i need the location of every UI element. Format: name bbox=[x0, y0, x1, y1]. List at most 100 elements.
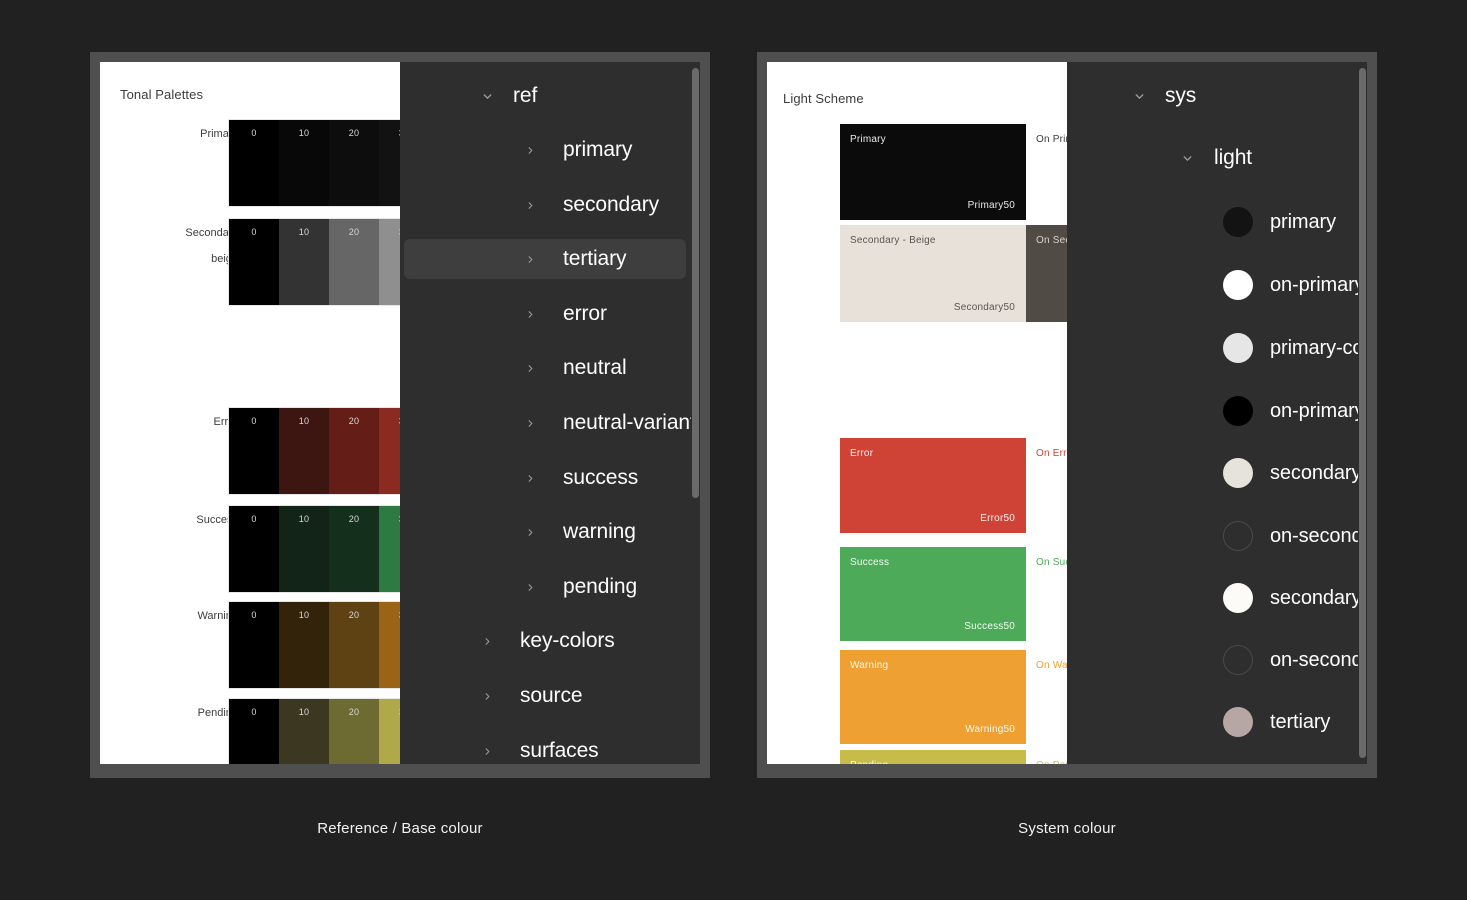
tree-node-key-colors[interactable]: key-colors bbox=[404, 621, 686, 661]
tree-node-error[interactable]: error bbox=[404, 294, 686, 334]
tree-node-label: sys bbox=[1165, 84, 1196, 108]
tree-node-pending[interactable]: pending bbox=[404, 567, 686, 607]
swatch[interactable]: 20 bbox=[329, 219, 379, 305]
tree-node-light[interactable]: light bbox=[1071, 138, 1353, 178]
scheme-swatch[interactable]: Secondary - Beige Secondary50 bbox=[840, 225, 1026, 322]
chevron-right-icon[interactable] bbox=[517, 526, 543, 539]
scheme-on-swatch[interactable]: On Pending bbox=[1026, 750, 1067, 764]
swatch[interactable]: 20 bbox=[329, 120, 379, 206]
tree-node-label: primary bbox=[563, 138, 632, 162]
token-row-tertiary[interactable]: tertiary bbox=[1071, 702, 1353, 742]
token-row-on-secondary[interactable]: on-secondary bbox=[1071, 516, 1353, 556]
token-row-primary-container[interactable]: primary-container bbox=[1071, 328, 1353, 368]
swatch[interactable]: 10 bbox=[279, 602, 329, 688]
swatch[interactable]: 10 bbox=[279, 120, 329, 206]
token-row-on-primary-container[interactable]: on-primary-container bbox=[1071, 391, 1353, 431]
tree-node-neutral[interactable]: neutral bbox=[404, 348, 686, 388]
swatch[interactable]: 30 bbox=[379, 219, 400, 305]
reference-panel-card: Tonal Palettes Primary 0 10 20 30 Second… bbox=[90, 52, 710, 778]
chevron-right-icon[interactable] bbox=[517, 472, 543, 485]
swatch[interactable]: 30 bbox=[379, 120, 400, 206]
swatch[interactable]: 30 bbox=[379, 699, 400, 764]
chevron-right-icon[interactable] bbox=[517, 144, 543, 157]
system-panel-inner: Light Scheme Primary Primary50 On Primar… bbox=[767, 62, 1367, 764]
scheme-on-swatch[interactable]: On Error bbox=[1026, 438, 1067, 533]
swatch[interactable]: 30 bbox=[379, 408, 400, 494]
scrollbar-thumb[interactable] bbox=[692, 68, 699, 498]
scheme-row-primary: Primary Primary50 On Primary bbox=[840, 124, 1067, 220]
color-swatch-dot bbox=[1223, 333, 1253, 363]
scheme-on-swatch[interactable]: On Warning bbox=[1026, 650, 1067, 744]
scheme-on-swatch[interactable]: On Secondary bbox=[1026, 225, 1067, 322]
tree-node-surfaces[interactable]: surfaces bbox=[404, 731, 686, 764]
swatch[interactable]: 0 bbox=[229, 506, 279, 592]
tree-node-neutral-variant[interactable]: neutral-variant bbox=[404, 403, 686, 443]
token-label: on-primary-container bbox=[1270, 400, 1367, 423]
scheme-swatch[interactable]: Pending Pending50 bbox=[840, 750, 1026, 764]
chevron-right-icon[interactable] bbox=[474, 745, 500, 758]
scheme-swatch[interactable]: Primary Primary50 bbox=[840, 124, 1026, 220]
palette-label-secondary: Secondary beige bbox=[152, 224, 238, 269]
tree-node-sys[interactable]: sys bbox=[1071, 76, 1353, 116]
chevron-right-icon[interactable] bbox=[517, 417, 543, 430]
scheme-on-role-name: On Pending bbox=[1036, 760, 1067, 764]
scrollbar-thumb[interactable] bbox=[1359, 68, 1366, 758]
tree-node-label: surfaces bbox=[520, 739, 599, 763]
chevron-down-icon[interactable] bbox=[474, 90, 500, 103]
swatch[interactable]: 20 bbox=[329, 699, 379, 764]
tree-node-label: secondary bbox=[563, 193, 659, 217]
swatch[interactable]: 10 bbox=[279, 506, 329, 592]
tree-node-tertiary[interactable]: tertiary bbox=[404, 239, 686, 279]
swatch[interactable]: 10 bbox=[279, 219, 329, 305]
chevron-right-icon[interactable] bbox=[517, 199, 543, 212]
swatch[interactable]: 0 bbox=[229, 602, 279, 688]
swatch[interactable]: 10 bbox=[279, 408, 329, 494]
tree-node-success[interactable]: success bbox=[404, 458, 686, 498]
chevron-right-icon[interactable] bbox=[474, 690, 500, 703]
scheme-swatch[interactable]: Success Success50 bbox=[840, 547, 1026, 641]
tree-node-source[interactable]: source bbox=[404, 676, 686, 716]
chevron-down-icon[interactable] bbox=[1174, 152, 1200, 165]
swatch[interactable]: 0 bbox=[229, 219, 279, 305]
tree-node-primary[interactable]: primary bbox=[404, 130, 686, 170]
swatch[interactable]: 20 bbox=[329, 602, 379, 688]
swatch[interactable]: 0 bbox=[229, 699, 279, 764]
swatch[interactable]: 10 bbox=[279, 699, 329, 764]
palette-swatches-primary: 0 10 20 30 bbox=[228, 119, 400, 207]
chevron-right-icon[interactable] bbox=[474, 635, 500, 648]
swatch[interactable]: 20 bbox=[329, 506, 379, 592]
tree-node-label: light bbox=[1214, 146, 1252, 170]
sys-tree-panel: sys light primary on-primary bbox=[1067, 62, 1367, 764]
sys-tree-scrollbar[interactable] bbox=[1358, 62, 1367, 764]
token-row-primary[interactable]: primary bbox=[1071, 202, 1353, 242]
token-row-on-secondary-container[interactable]: on-secondary-container bbox=[1071, 640, 1353, 680]
scheme-swatch[interactable]: Error Error50 bbox=[840, 438, 1026, 533]
token-label: primary-container bbox=[1270, 337, 1367, 360]
scheme-swatch[interactable]: Warning Warning50 bbox=[840, 650, 1026, 744]
swatch[interactable]: 0 bbox=[229, 120, 279, 206]
chevron-right-icon[interactable] bbox=[517, 362, 543, 375]
tree-node-secondary[interactable]: secondary bbox=[404, 185, 686, 225]
ref-tree-scrollbar[interactable] bbox=[691, 62, 700, 764]
token-row-secondary[interactable]: secondary bbox=[1071, 453, 1353, 493]
palette-label-error: Error bbox=[160, 413, 238, 432]
token-label: secondary bbox=[1270, 462, 1361, 485]
chevron-right-icon[interactable] bbox=[517, 581, 543, 594]
token-row-secondary-container[interactable]: secondary-container bbox=[1071, 578, 1353, 618]
token-row-on-primary[interactable]: on-primary bbox=[1071, 265, 1353, 305]
token-label: on-secondary-container bbox=[1270, 649, 1367, 672]
chevron-right-icon[interactable] bbox=[517, 308, 543, 321]
color-swatch-dot bbox=[1223, 583, 1253, 613]
swatch[interactable]: 0 bbox=[229, 408, 279, 494]
tree-node-warning[interactable]: warning bbox=[404, 512, 686, 552]
tree-node-ref[interactable]: ref bbox=[404, 76, 686, 116]
tree-node-label: warning bbox=[563, 520, 636, 544]
swatch[interactable]: 30 bbox=[379, 506, 400, 592]
tree-node-label: key-colors bbox=[520, 629, 615, 653]
scheme-on-swatch[interactable]: On Success bbox=[1026, 547, 1067, 641]
swatch[interactable]: 20 bbox=[329, 408, 379, 494]
swatch[interactable]: 30 bbox=[379, 602, 400, 688]
chevron-right-icon[interactable] bbox=[517, 253, 543, 266]
chevron-down-icon[interactable] bbox=[1126, 90, 1152, 103]
scheme-on-swatch[interactable]: On Primary bbox=[1026, 124, 1067, 220]
